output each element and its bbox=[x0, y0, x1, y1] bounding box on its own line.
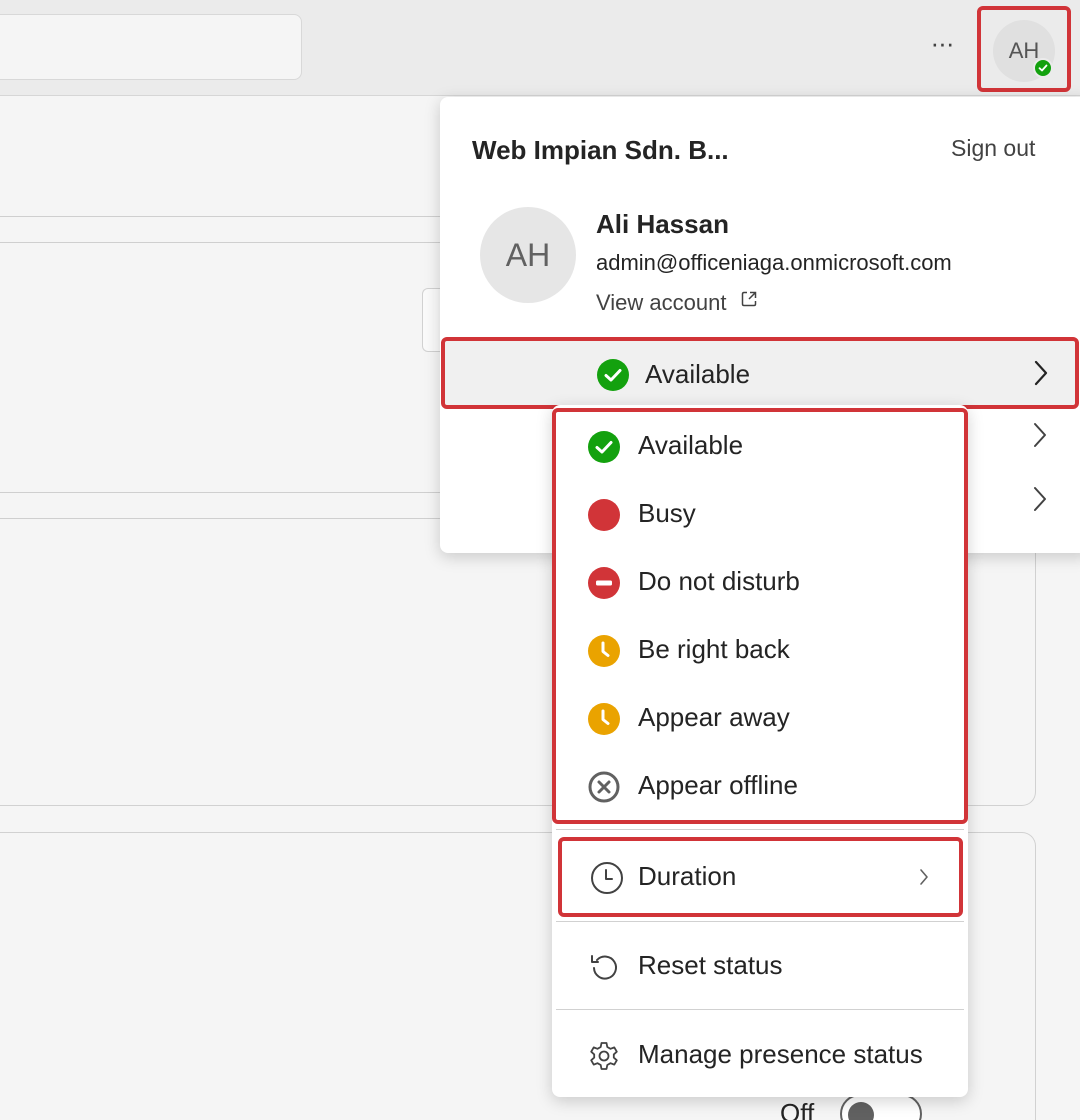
status-options-highlight bbox=[552, 408, 968, 824]
search-input[interactable] bbox=[0, 14, 302, 80]
reset-status-button[interactable]: Reset status bbox=[552, 939, 968, 995]
reset-status-label: Reset status bbox=[638, 950, 783, 980]
duration-button[interactable]: Duration bbox=[558, 837, 963, 917]
top-bar: ··· AH bbox=[0, 0, 1080, 96]
gear-icon bbox=[588, 1040, 620, 1072]
divider bbox=[556, 1009, 964, 1010]
divider bbox=[556, 829, 964, 830]
view-account-link[interactable]: View account bbox=[596, 288, 758, 316]
sign-out-link[interactable]: Sign out bbox=[951, 135, 1035, 162]
chevron-right-icon[interactable] bbox=[1032, 421, 1048, 454]
current-status-button[interactable]: Available bbox=[441, 337, 1079, 409]
divider bbox=[0, 242, 440, 243]
setting-toggle[interactable] bbox=[840, 1094, 922, 1120]
available-status-icon bbox=[1033, 58, 1053, 78]
toggle-label: Off bbox=[780, 1098, 815, 1120]
chevron-right-icon bbox=[918, 867, 930, 892]
available-icon bbox=[597, 359, 629, 396]
reset-icon bbox=[588, 951, 620, 983]
profile-avatar: AH bbox=[480, 207, 576, 303]
divider bbox=[556, 921, 964, 922]
chevron-right-icon bbox=[1033, 359, 1049, 392]
external-link-icon bbox=[740, 288, 758, 314]
user-email: admin@officeniaga.onmicrosoft.com bbox=[596, 250, 952, 275]
duration-label: Duration bbox=[638, 861, 737, 891]
toggle-knob bbox=[848, 1102, 874, 1120]
manage-presence-label: Manage presence status bbox=[638, 1039, 923, 1069]
view-account-label: View account bbox=[596, 290, 727, 315]
current-status-label: Available bbox=[645, 359, 751, 389]
divider bbox=[0, 216, 440, 217]
more-options-button[interactable]: ··· bbox=[922, 28, 962, 64]
manage-presence-button[interactable]: Manage presence status bbox=[552, 1028, 968, 1084]
organization-name: Web Impian Sdn. B... bbox=[472, 135, 729, 165]
account-avatar-button[interactable]: AH bbox=[977, 6, 1071, 92]
clock-icon bbox=[590, 861, 624, 900]
user-name: Ali Hassan bbox=[596, 209, 729, 239]
chevron-right-icon[interactable] bbox=[1032, 485, 1048, 518]
